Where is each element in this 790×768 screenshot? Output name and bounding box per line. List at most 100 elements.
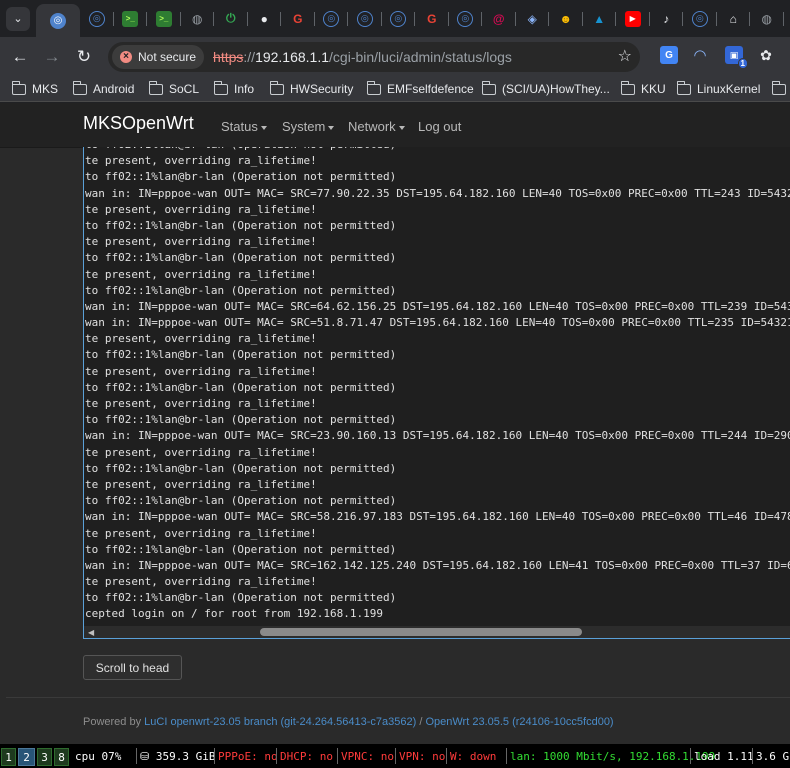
google-icon: G	[293, 11, 303, 26]
workspace-button[interactable]: 1	[1, 748, 16, 766]
browser-tab[interactable]: G	[415, 0, 449, 37]
bookmark-folder[interactable]: LinuxKernel	[676, 77, 760, 101]
log-line: to ff02::1%lan@br-lan (Operation not per…	[85, 461, 397, 475]
status-segment: W: down	[450, 750, 497, 763]
browser-tab[interactable]: ◎	[683, 0, 717, 37]
folder-icon	[213, 80, 228, 95]
github-icon: ●	[260, 11, 268, 26]
bookmark-folder[interactable]: HWSecurity	[269, 77, 353, 101]
status-segment: VPNC: no	[341, 750, 394, 763]
back-button[interactable]: ←	[4, 41, 36, 73]
globe-icon: ◍	[192, 11, 203, 26]
browser-tab[interactable]: ▲	[583, 0, 617, 37]
browser-tab[interactable]: ⌂	[717, 0, 751, 37]
bookmark-folder[interactable]: Info	[213, 77, 254, 101]
bookmark-folder[interactable]: (SCI/UA)HowThey...	[481, 77, 610, 101]
browser-tab[interactable]: G	[281, 0, 315, 37]
workspace-button-focused[interactable]: 2	[18, 748, 35, 766]
status-segment: load 1.11	[694, 750, 754, 763]
menu-system[interactable]: System	[282, 119, 335, 134]
workspace-button[interactable]: 8	[54, 748, 69, 766]
browser-tab[interactable]: ◎	[80, 0, 114, 37]
status-segment: 3.6 Gi	[756, 750, 790, 763]
browser-tab[interactable]: ⏻	[214, 0, 248, 37]
folder-icon	[366, 80, 381, 95]
browser-tab[interactable]: ◎	[315, 0, 349, 37]
scrollbar-thumb[interactable]	[260, 628, 582, 636]
active-tab[interactable]: ◎	[36, 4, 80, 37]
security-label: Not secure	[138, 50, 197, 64]
folder-icon	[771, 80, 786, 95]
browser-tab[interactable]: ◎	[449, 0, 483, 37]
openwrt-icon: ◎	[50, 12, 66, 29]
extension-icon[interactable]: ▣ 1	[725, 46, 748, 69]
scroll-to-head-button[interactable]: Scroll to head	[83, 655, 182, 680]
status-separator	[446, 748, 447, 764]
youtube-icon: ▶	[624, 10, 641, 27]
page-footer: Powered by LuCI openwrt-23.05 branch (gi…	[83, 716, 614, 728]
log-line: cepted login on / for root from 192.168.…	[85, 607, 384, 621]
browser-tab[interactable]: ☻	[549, 0, 583, 37]
tab-list: ◎ >_ >_ ◍ ⏻ ● G ◎ ◎ ◎ G ◎ @ ◈ ☻ ▲ ▶ ♪ ◎ ⌂ ◍	[80, 0, 784, 37]
brand-link[interactable]: MKSOpenWrt	[83, 113, 194, 134]
cookie-extension-icon[interactable]: ✿	[757, 46, 775, 64]
cube-icon: ◈	[527, 11, 537, 26]
folder-icon	[148, 80, 163, 95]
log-line: te present, overriding ra_lifetime!	[85, 526, 317, 540]
bookmark-folder[interactable]: SoCL	[148, 77, 199, 101]
reload-button[interactable]: ↻	[68, 41, 100, 73]
luci-version-link[interactable]: LuCI openwrt-23.05 branch (git-24.264.56…	[144, 716, 416, 728]
status-separator	[337, 748, 338, 764]
log-line: to ff02::1%lan@br-lan (Operation not per…	[85, 251, 397, 265]
bookmark-folder[interactable]: EMFselfdefence	[366, 77, 474, 101]
arc-extension-icon[interactable]: ◠	[691, 46, 709, 64]
log-line: te present, overriding ra_lifetime!	[85, 397, 317, 410]
browser-tab[interactable]: ♪	[650, 0, 684, 37]
translate-extension-icon[interactable]: G	[660, 46, 678, 64]
browser-tab[interactable]: >_	[147, 0, 181, 37]
tab-strip: ⌄ ◎ ◎ >_ >_ ◍ ⏻ ● G ◎ ◎ ◎ G ◎ @ ◈ ☻ ▲ ▶ ♪ ◎ ⌂ ◍	[0, 0, 790, 37]
log-line: to ff02::1%lan@br-lan (Operation not per…	[85, 170, 397, 184]
scroll-left-icon[interactable]: ◀	[88, 628, 94, 637]
url-text[interactable]: https://192.168.1.1/cgi-bin/luci/admin/s…	[213, 49, 512, 65]
page-content: MKSOpenWrt Status System Network Log out…	[0, 103, 790, 744]
menu-network[interactable]: Network	[348, 119, 405, 134]
browser-tab[interactable]: ◍	[750, 0, 784, 37]
log-line: to ff02::1%lan@br-lan (Operation not per…	[85, 542, 397, 556]
browser-tab[interactable]: ◈	[516, 0, 550, 37]
bookmark-folder[interactable]: Android	[72, 77, 134, 101]
status-separator	[690, 748, 691, 764]
browser-tab[interactable]: ▶	[616, 0, 650, 37]
status-segment: PPPoE: no	[218, 750, 278, 763]
status-segment: lan: 1000 Mbit/s, 192.168.1.199	[510, 750, 716, 763]
log-line: wan in: IN=pppoe-wan OUT= MAC= SRC=77.90…	[85, 186, 790, 200]
browser-tab[interactable]: ●	[248, 0, 282, 37]
debian-icon: @	[492, 11, 505, 26]
browser-tab[interactable]: @	[482, 0, 516, 37]
browser-tab[interactable]: ◎	[382, 0, 416, 37]
address-bar[interactable]: × Not secure https://192.168.1.1/cgi-bin…	[108, 42, 640, 72]
system-log-textarea[interactable]: to ff02::1%lan@br-lan (Operation not per…	[83, 147, 790, 639]
bookmark-star-icon[interactable]: ☆	[618, 46, 632, 66]
bookmark-folder[interactable]: KKU	[620, 77, 666, 101]
horizontal-scrollbar[interactable]: ◀	[84, 626, 790, 638]
log-line: wan in: IN=pppoe-wan OUT= MAC= SRC=64.62…	[85, 299, 790, 313]
log-lines: to ff02::1%lan@br-lan (Operation not per…	[85, 147, 790, 623]
tab-search-button[interactable]: ⌄	[6, 6, 30, 31]
url-separator: ://	[243, 49, 256, 65]
status-separator	[506, 748, 507, 764]
security-chip[interactable]: × Not secure	[112, 45, 205, 69]
menu-logout[interactable]: Log out	[418, 119, 461, 134]
workspace-button[interactable]: 3	[37, 748, 52, 766]
browser-tab[interactable]: ◎	[348, 0, 382, 37]
browser-tab[interactable]: >_	[114, 0, 148, 37]
status-separator	[214, 748, 215, 764]
forward-button[interactable]: →	[36, 41, 68, 73]
bookmark-folder-overflow[interactable]	[771, 77, 790, 101]
browser-tab[interactable]: ◍	[181, 0, 215, 37]
folder-icon	[11, 80, 26, 95]
menu-status[interactable]: Status	[221, 119, 267, 134]
openwrt-icon: ◎	[390, 10, 407, 27]
openwrt-version-link[interactable]: OpenWrt 23.05.5 (r24106-10cc5fcd00)	[425, 716, 613, 728]
bookmark-folder[interactable]: MKS	[11, 77, 58, 101]
